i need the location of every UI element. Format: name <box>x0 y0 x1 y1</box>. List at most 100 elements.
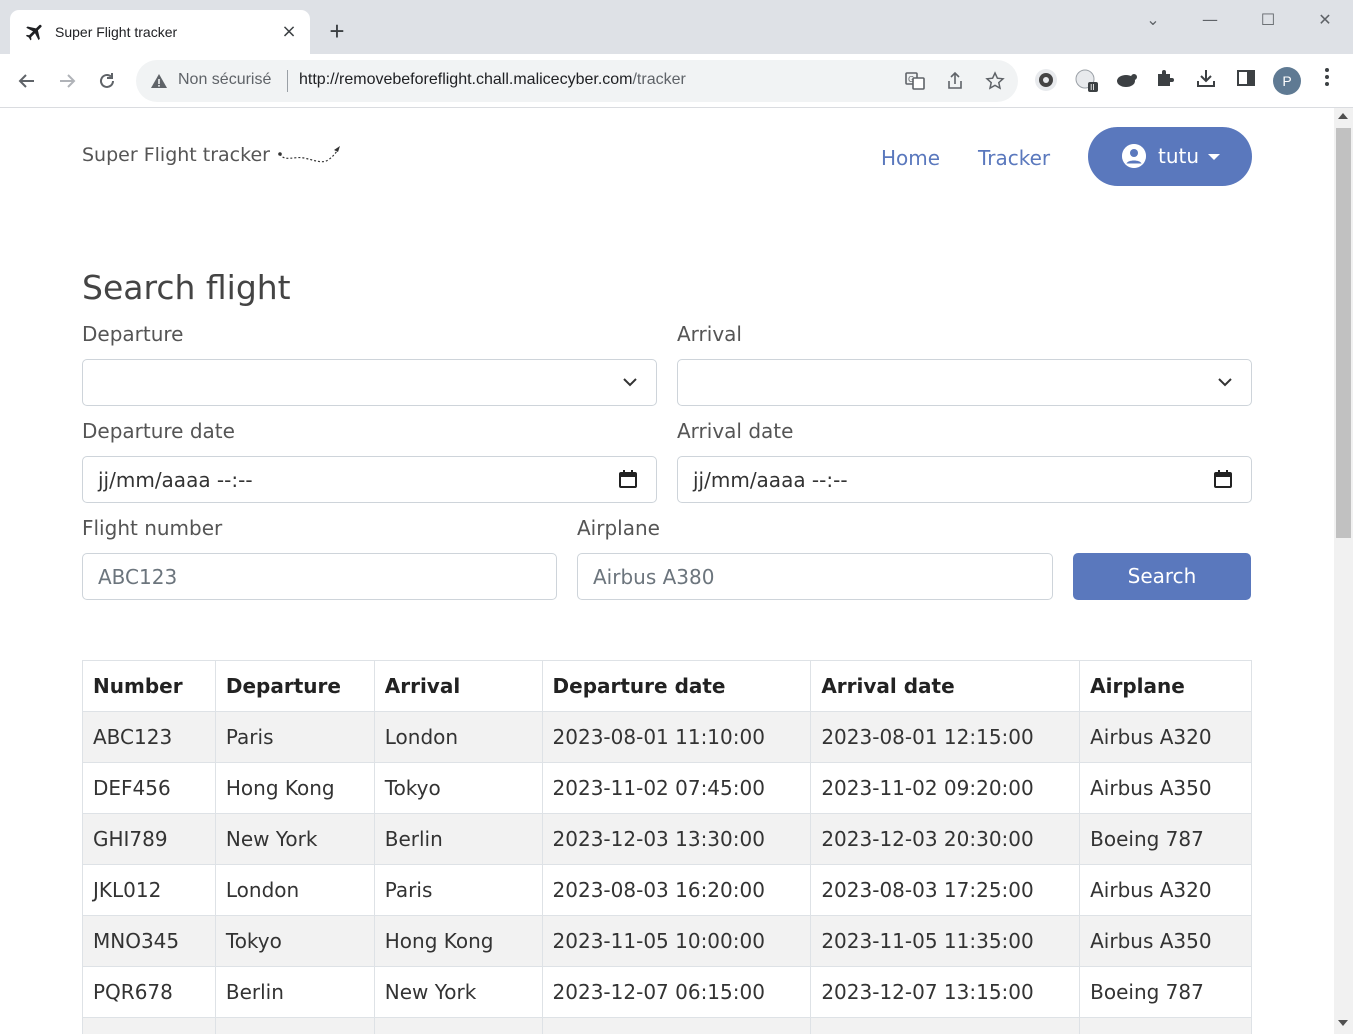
chevron-down-icon <box>1218 378 1232 387</box>
scroll-down-arrow-icon[interactable] <box>1338 1020 1348 1026</box>
browser-toolbar: Non sécurisé http://removebeforeflight.c… <box>0 54 1353 108</box>
table-row: ABC123 Paris London 2023-08-01 11:10:00 … <box>82 711 1252 763</box>
reload-icon <box>100 73 114 88</box>
cell-arrival-date: 2023-08-03 17:25:00 <box>810 864 1081 916</box>
departure-select[interactable] <box>82 359 657 406</box>
arrow-right-icon <box>60 74 76 88</box>
table-row: GHI789 New York Berlin 2023-12-03 13:30:… <box>82 813 1252 865</box>
cell-number: GHI789 <box>82 813 216 865</box>
close-window-button[interactable]: ✕ <box>1305 6 1345 34</box>
profile-avatar[interactable]: P <box>1273 67 1301 95</box>
cell-number: ABC123 <box>82 711 216 763</box>
share-icon[interactable] <box>944 71 966 93</box>
cell-departure-date: 2023-08-03 16:20:00 <box>541 864 812 916</box>
browser-tab[interactable]: Super Flight tracker × <box>10 10 310 54</box>
minimize-button[interactable]: — <box>1190 6 1230 34</box>
cell-arrival-date: 2023-11-05 11:35:00 <box>810 915 1081 967</box>
scroll-up-arrow-icon[interactable] <box>1338 113 1348 119</box>
new-tab-button[interactable]: + <box>322 17 352 47</box>
download-icon[interactable] <box>1192 67 1220 95</box>
table-row: JKL012 London Paris 2023-08-03 16:20:00 … <box>82 864 1252 916</box>
airplane-input[interactable]: Airbus A380 <box>577 553 1053 600</box>
gear-extension-icon[interactable] <box>1032 67 1060 95</box>
table-row: DEF456 Hong Kong Tokyo 2023-11-02 07:45:… <box>82 762 1252 814</box>
column-header: Departure date <box>541 660 812 712</box>
caret-down-icon <box>1208 154 1220 160</box>
airplane-icon <box>25 24 42 41</box>
cell-arrival: London <box>373 711 543 763</box>
star-icon[interactable] <box>984 71 1006 93</box>
flights-table: Number Departure Arrival Departure date … <box>82 660 1252 1034</box>
url-text[interactable]: http://removebeforeflight.chall.malicecy… <box>299 71 686 89</box>
brand-name[interactable]: Super Flight tracker <box>82 144 270 166</box>
cell-arrival-date: 2023-08-01 12:15:00 <box>810 711 1081 763</box>
flight-number-label: Flight number <box>82 516 223 540</box>
arrow-left-icon <box>18 74 34 88</box>
scrollbar-thumb[interactable] <box>1336 128 1351 538</box>
chevron-down-icon <box>623 378 637 387</box>
security-label[interactable]: Non sécurisé <box>178 71 271 89</box>
nav-home-link[interactable]: Home <box>881 146 940 170</box>
table-header-row: Number Departure Arrival Departure date … <box>82 660 1252 712</box>
flight-number-input[interactable]: ABC123 <box>82 553 557 600</box>
cell-number <box>82 1017 216 1034</box>
cell-airplane: Airbus A320 <box>1079 711 1252 763</box>
translate-icon[interactable]: G <box>904 71 926 93</box>
cell-departure-date <box>541 1017 812 1034</box>
page-content: Super Flight tracker Home Tracker tutu S… <box>0 108 1334 1034</box>
calendar-icon[interactable] <box>1213 469 1233 489</box>
warning-triangle-icon <box>151 74 167 88</box>
turtle-extension-icon[interactable] <box>1112 67 1140 95</box>
search-button[interactable]: Search <box>1073 553 1251 600</box>
column-header: Arrival <box>373 660 543 712</box>
arrival-date-input[interactable]: jj/mm/aaaa --:-- <box>677 456 1252 503</box>
cell-departure: Tokyo <box>214 915 375 967</box>
arrival-date-label: Arrival date <box>677 419 794 443</box>
tab-close-icon[interactable]: × <box>278 21 300 43</box>
forward-button[interactable] <box>52 66 82 96</box>
airplane-label: Airplane <box>577 516 660 540</box>
arrival-date-value: jj/mm/aaaa --:-- <box>693 468 848 492</box>
cell-arrival: Berlin <box>373 813 543 865</box>
nav-tracker-link[interactable]: Tracker <box>978 146 1050 170</box>
cell-departure <box>214 1017 375 1034</box>
user-menu-button[interactable]: tutu <box>1088 127 1252 186</box>
column-header: Airplane <box>1079 660 1252 712</box>
table-row: MNO345 Tokyo Hong Kong 2023-11-05 10:00:… <box>82 915 1252 967</box>
maximize-button[interactable]: ☐ <box>1248 6 1288 34</box>
arrival-select[interactable] <box>677 359 1252 406</box>
cell-arrival-date: 2023-12-03 20:30:00 <box>810 813 1081 865</box>
side-panel-icon[interactable] <box>1232 67 1260 95</box>
puzzle-icon[interactable] <box>1152 67 1180 95</box>
url-host: http://removebeforeflight.chall.malicecy… <box>299 71 633 88</box>
cell-arrival: Hong Kong <box>373 915 543 967</box>
cell-airplane: Boeing 787 <box>1079 813 1252 865</box>
tab-title: Super Flight tracker <box>55 24 178 40</box>
omnibox-divider <box>287 70 288 92</box>
reload-button[interactable] <box>92 66 122 96</box>
cell-departure-date: 2023-11-05 10:00:00 <box>541 915 812 967</box>
cell-arrival: Paris <box>373 864 543 916</box>
cell-departure: Berlin <box>214 966 375 1018</box>
back-button[interactable] <box>12 66 42 96</box>
departure-date-input[interactable]: jj/mm/aaaa --:-- <box>82 456 657 503</box>
cell-airplane: Airbus A350 <box>1079 915 1252 967</box>
address-bar[interactable]: Non sécurisé http://removebeforeflight.c… <box>136 60 1018 102</box>
tab-search-button[interactable]: ⌄ <box>1133 6 1173 34</box>
cell-departure-date: 2023-12-03 13:30:00 <box>541 813 812 865</box>
svg-text:G: G <box>908 75 914 84</box>
cell-number: MNO345 <box>82 915 216 967</box>
cell-arrival: New York <box>373 966 543 1018</box>
kebab-menu-icon[interactable] <box>1313 67 1341 95</box>
globe-extension-icon[interactable]: II <box>1072 67 1100 95</box>
column-header: Number <box>82 660 216 712</box>
departure-date-value: jj/mm/aaaa --:-- <box>98 468 253 492</box>
browser-tab-strip: Super Flight tracker × + ⌄ — ☐ ✕ <box>0 0 1353 54</box>
svg-text:II: II <box>1090 83 1095 92</box>
arrival-label: Arrival <box>677 322 742 346</box>
cell-departure: London <box>214 864 375 916</box>
calendar-icon[interactable] <box>618 469 638 489</box>
cell-departure-date: 2023-12-07 06:15:00 <box>541 966 812 1018</box>
departure-date-label: Departure date <box>82 419 235 443</box>
column-header: Departure <box>214 660 375 712</box>
